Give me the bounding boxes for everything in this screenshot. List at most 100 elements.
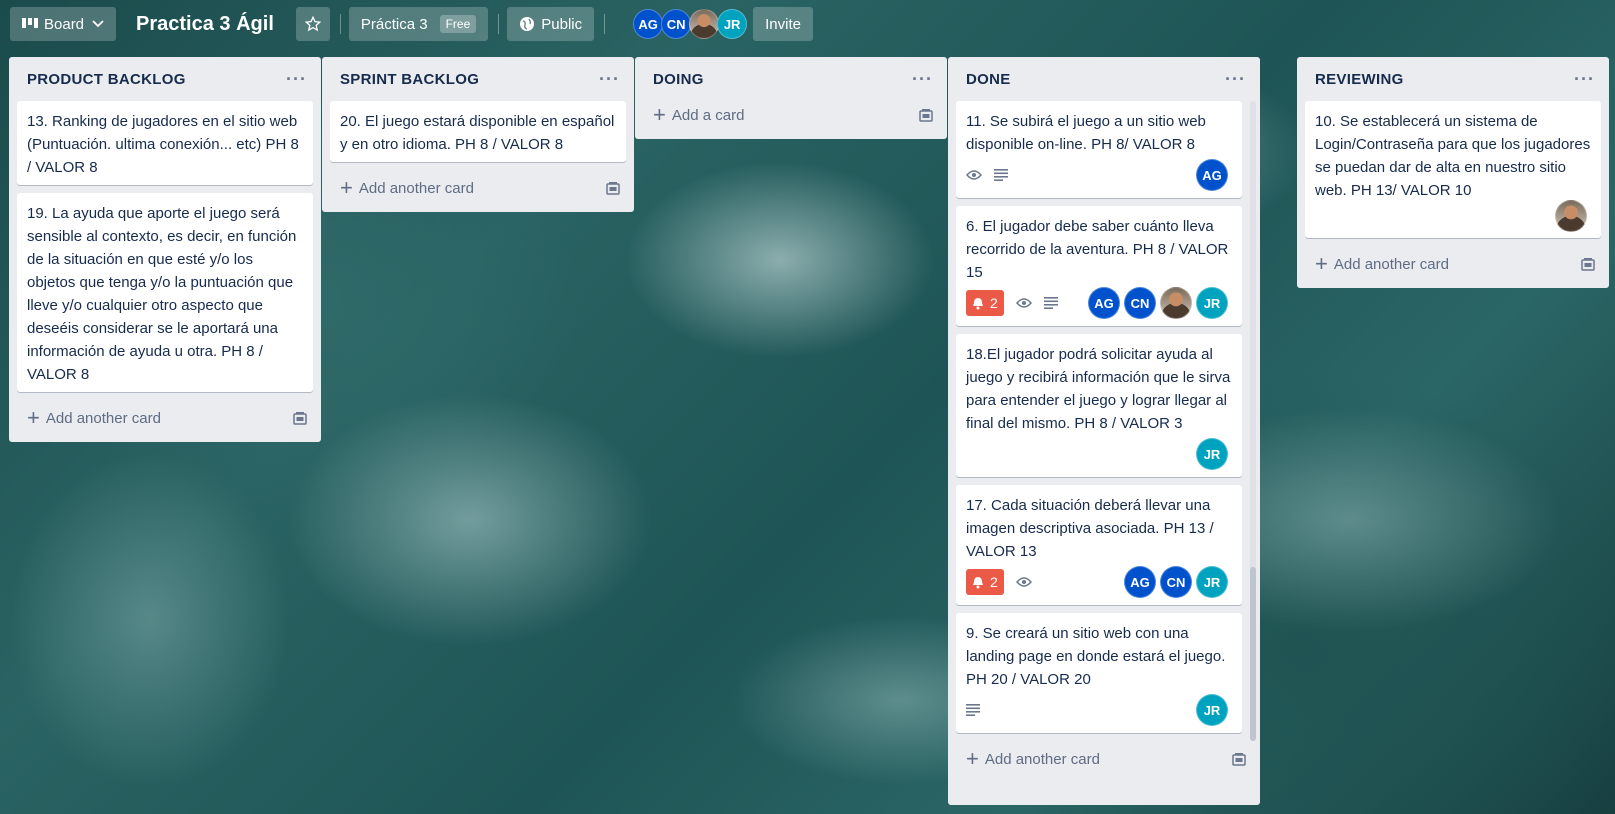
add-card-button[interactable]: + Add another card [1301,246,1605,282]
avatar-ag[interactable]: AG [1196,159,1228,191]
visibility-button[interactable]: Public [507,7,595,41]
list-menu-icon[interactable]: ··· [912,70,933,88]
view-switcher-button[interactable]: Board [10,7,117,41]
add-card-button[interactable]: + Add another card [952,741,1256,777]
invite-button[interactable]: Invite [753,7,813,41]
avatar-photo[interactable] [1160,287,1192,319]
header-divider [498,14,500,34]
list-title[interactable]: PRODUCT BACKLOG [27,71,186,88]
add-card-label: Add another card [1333,255,1449,273]
eye-icon [1015,576,1032,588]
card-badges: JR [966,437,1232,471]
card-template-icon[interactable] [919,108,933,122]
eye-icon [1015,297,1032,309]
view-switcher-label: Board [44,15,85,33]
board-members: AG CN JR [633,9,748,39]
card[interactable]: 10. Se establecerá un sistema de Login/C… [1305,101,1601,238]
card[interactable]: 18.El jugador podrá solicitar ayuda al j… [956,334,1242,477]
avatar-cn[interactable]: CN [661,9,692,39]
star-button[interactable] [295,7,330,41]
card-members: AG CN JR [1088,287,1232,319]
workspace-label: Práctica 3 [360,15,428,33]
list-title[interactable]: REVIEWING [1315,71,1404,88]
card-template-icon[interactable] [1232,752,1246,766]
add-card-button[interactable]: + Add a card [639,97,943,133]
list-doing: DOING ··· + Add a card [635,57,947,139]
due-count: 2 [990,294,998,311]
chevron-down-icon [92,20,104,28]
list-title[interactable]: DOING [653,71,704,88]
bell-icon [973,576,983,588]
card-members: AG [1196,159,1232,191]
card[interactable]: 9. Se creará un sitio web con una landin… [956,613,1242,733]
card[interactable]: 17. Cada situación deberá llevar una ima… [956,485,1242,605]
list-header: PRODUCT BACKLOG ··· [9,57,321,101]
list-menu-icon[interactable]: ··· [1574,70,1595,88]
list-header: REVIEWING ··· [1297,57,1609,101]
list-header: DONE ··· [948,57,1260,101]
add-card-button[interactable]: + Add another card [13,400,317,436]
avatar-cn[interactable]: CN [1160,566,1192,598]
list-menu-icon[interactable]: ··· [1225,70,1246,88]
card[interactable]: 11. Se subirá el juego a un sitio web di… [956,101,1242,198]
add-card-label: Add a card [671,106,745,124]
card-title: 10. Se establecerá un sistema de Login/C… [1315,113,1591,199]
due-date-badge[interactable]: 2 [966,290,1004,316]
card-title: 18.El jugador podrá solicitar ayuda al j… [966,346,1231,432]
avatar-photo[interactable] [1555,200,1587,232]
card-title: 19. La ayuda que aporte el juego será se… [27,205,297,383]
list-done: DONE ··· 11. Se subirá el juego a un sit… [948,57,1260,805]
avatar-ag[interactable]: AG [1088,287,1120,319]
plus-icon: + [966,746,979,771]
list-sprint-backlog: SPRINT BACKLOG ··· 20. El juego estará d… [322,57,634,212]
add-card-label: Add another card [358,179,474,197]
list-title[interactable]: SPRINT BACKLOG [340,71,479,88]
add-card-label: Add another card [984,750,1100,768]
card[interactable]: 19. La ayuda que aporte el juego será se… [17,193,313,392]
bell-icon [973,297,983,309]
plus-icon: + [340,175,353,200]
card-template-icon[interactable] [606,181,620,195]
card-badges [1315,200,1591,232]
add-card-button[interactable]: + Add another card [326,170,630,206]
card-badges: AG [966,158,1232,192]
list-menu-icon[interactable]: ··· [599,70,620,88]
eye-icon [966,169,982,181]
done-cards: 11. Se subirá el juego a un sitio web di… [948,101,1250,733]
visibility-label: Public [541,15,583,33]
description-icon [966,704,980,716]
list-menu-icon[interactable]: ··· [286,70,307,88]
list-header: DOING ··· [635,57,947,101]
avatar-jr[interactable]: JR [1196,287,1228,319]
description-icon [1043,297,1058,309]
plus-icon: + [1315,251,1328,276]
list-scrollbar-thumb[interactable] [1250,567,1256,741]
card-members: JR [1196,438,1232,470]
plus-icon: + [653,102,666,127]
avatar-jr[interactable]: JR [717,9,748,39]
workspace-button[interactable]: Práctica 3 Free [348,7,489,41]
board-view-icon [22,18,38,28]
card[interactable]: 13. Ranking de jugadores en el sitio web… [17,101,313,185]
star-icon [304,16,321,32]
avatar-jr[interactable]: JR [1196,566,1228,598]
due-date-badge[interactable]: 2 [966,569,1004,595]
globe-icon [520,17,535,31]
avatar-jr[interactable]: JR [1196,438,1228,470]
avatar-jr[interactable]: JR [1196,694,1228,726]
avatar-ag[interactable]: AG [633,9,664,39]
card[interactable]: 6. El jugador debe saber cuánto lleva re… [956,206,1242,326]
card-template-icon[interactable] [1581,257,1595,271]
avatar-photo[interactable] [689,9,720,39]
card-template-icon[interactable] [293,411,307,425]
card-members: AG CN JR [1124,566,1232,598]
card[interactable]: 20. El juego estará disponible en españo… [330,101,626,162]
card-title: 13. Ranking de jugadores en el sitio web… [27,113,299,176]
list-title[interactable]: DONE [966,71,1011,88]
avatar-ag[interactable]: AG [1124,566,1156,598]
card-members: JR [1196,694,1232,726]
card-members [1555,200,1591,232]
board-title[interactable]: Practica 3 Ágil [124,13,288,36]
card-badges: JR [966,693,1232,727]
avatar-cn[interactable]: CN [1124,287,1156,319]
